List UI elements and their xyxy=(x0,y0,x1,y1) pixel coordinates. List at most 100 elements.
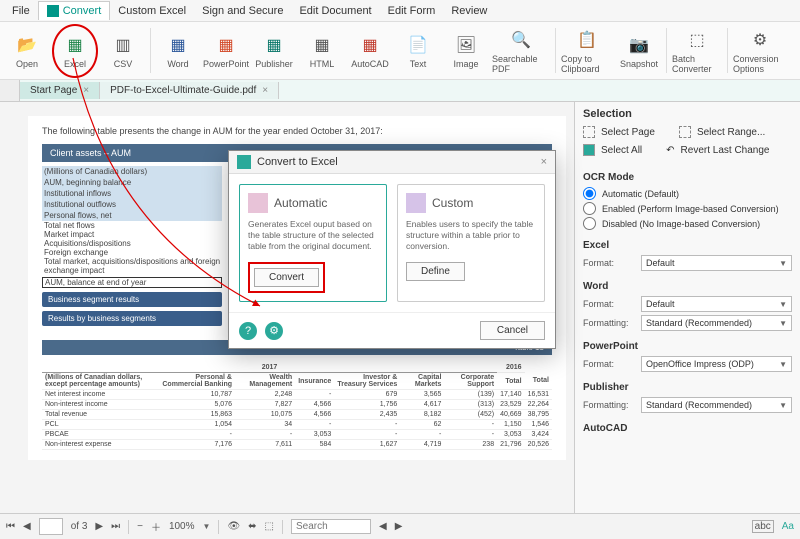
fit-page-btn[interactable]: ⬚ xyxy=(265,521,274,532)
ribbon-word[interactable]: ▦Word xyxy=(155,24,201,77)
close-icon[interactable]: × xyxy=(262,85,268,96)
chevron-down-icon: ▼ xyxy=(779,300,787,309)
ribbon-text[interactable]: 📄Text xyxy=(395,24,441,77)
menu-custom-excel[interactable]: Custom Excel xyxy=(110,2,194,20)
panel-section-title: PowerPoint xyxy=(583,341,792,352)
search-next-btn[interactable]: ▶ xyxy=(395,521,403,532)
excel-format-select[interactable]: Default▼ xyxy=(641,255,792,271)
settings-icon[interactable]: ⚙ xyxy=(265,322,283,340)
last-page-btn[interactable]: ⏭ xyxy=(111,521,120,532)
ribbon-publisher[interactable]: ▦Publisher xyxy=(251,24,297,77)
tab-label: Start Page xyxy=(30,85,77,96)
revert-icon: ↶ xyxy=(666,145,674,156)
ocr-enabled-radio[interactable]: Enabled (Perform Image-based Conversion) xyxy=(583,202,792,215)
ocr-disabled-radio[interactable]: Disabled (No Image-based Conversion) xyxy=(583,217,792,230)
ribbon-snapshot[interactable]: 📷Snapshot xyxy=(616,24,662,77)
ribbon-excel[interactable]: ▦Excel xyxy=(52,24,98,78)
custom-card[interactable]: Custom Enables users to specify the tabl… xyxy=(397,184,545,302)
word-formatting-select[interactable]: Standard (Recommended)▼ xyxy=(641,315,792,331)
panel-section-title: OCR Mode xyxy=(583,172,792,183)
revert-btn[interactable]: ↶Revert Last Change xyxy=(666,144,769,156)
panel-section-title: Excel xyxy=(583,240,792,251)
zoom-out-btn[interactable]: − xyxy=(137,521,143,532)
automatic-card[interactable]: Automatic Generates Excel ouput based on… xyxy=(239,184,387,302)
ribbon-image[interactable]: 🖼Image xyxy=(443,24,489,77)
data-table: 20172016 (Millions of Canadian dollars, … xyxy=(42,363,552,450)
automatic-icon xyxy=(248,193,268,213)
page-count: of 3 xyxy=(71,521,88,532)
table-row: Net interest income10,7872,248-6793,565(… xyxy=(42,390,552,400)
select-range-btn[interactable]: Select Range... xyxy=(679,126,765,138)
table-row: Non-interest income5,0767,8274,5661,7564… xyxy=(42,400,552,410)
select-all-btn[interactable]: Select All xyxy=(583,144,642,156)
zoom-in-btn[interactable]: ＋ xyxy=(151,519,161,534)
table-row: Non-interest expense7,1767,6115841,6274,… xyxy=(42,440,552,450)
searchpdf-icon: 🔍 xyxy=(509,28,533,52)
search-input[interactable] xyxy=(291,519,371,534)
ribbon-batch-converter[interactable]: ⬚Batch Converter xyxy=(671,24,723,77)
close-icon[interactable]: × xyxy=(83,85,89,96)
zoom-dropdown[interactable]: ▼ xyxy=(203,522,211,531)
define-button[interactable]: Define xyxy=(406,262,465,281)
status-bar: ⏮ ◀ of 3 ▶ ⏭ − ＋ 100% ▼ 👁 ⬌ ⬚ ◀ ▶ abc Aa xyxy=(0,513,800,539)
dialog-titlebar: Convert to Excel × xyxy=(229,151,555,174)
help-icon[interactable]: ? xyxy=(239,322,257,340)
word-icon: ▦ xyxy=(166,33,190,57)
convert-dialog: Convert to Excel × Automatic Generates E… xyxy=(228,150,556,349)
text-icon: 📄 xyxy=(406,33,430,57)
chevron-down-icon: ▼ xyxy=(779,319,787,328)
ribbon-html[interactable]: ▦HTML xyxy=(299,24,345,77)
convert-icon xyxy=(47,5,59,17)
search-prev-btn[interactable]: ◀ xyxy=(379,521,387,532)
menu-edit-document[interactable]: Edit Document xyxy=(291,2,379,20)
clipboard-icon: 📋 xyxy=(575,28,599,52)
select-page-icon xyxy=(583,126,595,138)
fit-width-btn[interactable]: ⬌ xyxy=(248,521,256,532)
tool-aa[interactable]: Aa xyxy=(782,521,794,532)
menu-review[interactable]: Review xyxy=(443,2,495,20)
ribbon-open[interactable]: 📂Open xyxy=(4,24,50,77)
chevron-down-icon: ▼ xyxy=(779,401,787,410)
pub-formatting-select[interactable]: Standard (Recommended)▼ xyxy=(641,397,792,413)
select-range-icon xyxy=(679,126,691,138)
custom-icon xyxy=(406,193,426,213)
menu-edit-form[interactable]: Edit Form xyxy=(380,2,444,20)
table-row: Total revenue15,86310,0754,5662,4358,182… xyxy=(42,410,552,420)
tab-start-page[interactable]: Start Page × xyxy=(20,82,100,99)
page-input[interactable] xyxy=(39,518,63,535)
close-button[interactable]: × xyxy=(541,156,547,168)
excel-icon: ▦ xyxy=(63,33,87,57)
automatic-desc: Generates Excel ouput based on the table… xyxy=(248,219,378,252)
image-icon: 🖼 xyxy=(454,33,478,57)
first-page-btn[interactable]: ⏮ xyxy=(6,521,15,532)
ribbon-copy-clipboard[interactable]: 📋Copy to Clipboard xyxy=(560,24,614,77)
intro-text: The following table presents the change … xyxy=(42,126,552,136)
menu-sign-secure[interactable]: Sign and Secure xyxy=(194,2,291,20)
word-format-select[interactable]: Default▼ xyxy=(641,296,792,312)
ribbon-csv[interactable]: ▥CSV xyxy=(100,24,146,77)
tool-abc[interactable]: abc xyxy=(752,521,774,532)
ocr-auto-radio[interactable]: Automatic (Default) xyxy=(583,187,792,200)
menu-file[interactable]: File xyxy=(4,2,38,20)
dialog-title-text: Convert to Excel xyxy=(257,156,338,168)
cancel-button[interactable]: Cancel xyxy=(480,321,545,340)
panel-section-title: Selection xyxy=(583,108,792,120)
ribbon-conversion-options[interactable]: ⚙Conversion Options xyxy=(732,24,788,77)
table-row: AUM, beginning balance xyxy=(42,177,222,188)
next-page-btn[interactable]: ▶ xyxy=(95,521,103,532)
ribbon-powerpoint[interactable]: ▦PowerPoint xyxy=(203,24,249,77)
tab-document[interactable]: PDF-to-Excel-Ultimate-Guide.pdf× xyxy=(100,82,279,99)
camera-icon: 📷 xyxy=(627,33,651,57)
prev-page-btn[interactable]: ◀ xyxy=(23,521,31,532)
csv-icon: ▥ xyxy=(111,33,135,57)
ribbon-autocad[interactable]: ▦AutoCAD xyxy=(347,24,393,77)
select-page-btn[interactable]: Select Page xyxy=(583,126,655,138)
ppt-format-select[interactable]: OpenOffice Impress (ODP)▼ xyxy=(641,356,792,372)
ribbon-searchable-pdf[interactable]: 🔍Searchable PDF xyxy=(491,24,551,77)
panel-section-title: Publisher xyxy=(583,382,792,393)
html-icon: ▦ xyxy=(310,33,334,57)
panel-section-title: AutoCAD xyxy=(583,423,792,434)
convert-button[interactable]: Convert xyxy=(254,268,319,287)
view-btn[interactable]: 👁 xyxy=(227,521,240,532)
menu-convert[interactable]: Convert xyxy=(38,1,111,20)
